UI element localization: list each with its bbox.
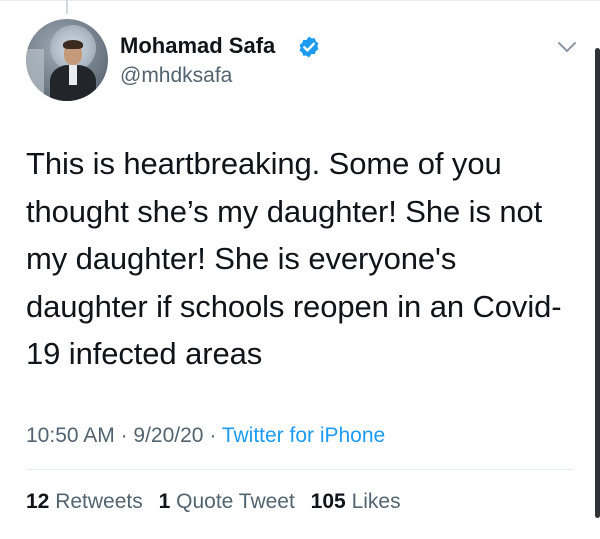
likes-count: 105 [310, 490, 346, 513]
tweet-source-link[interactable]: Twitter for iPhone [222, 424, 385, 447]
avatar-background-flag [26, 49, 44, 101]
divider [26, 469, 574, 470]
scrollbar[interactable] [595, 48, 600, 518]
quote-tweets-stat[interactable]: 1 Quote Tweet [159, 490, 295, 514]
retweets-stat[interactable]: 12 Retweets [26, 490, 143, 514]
retweets-count: 12 [26, 490, 50, 513]
meta-separator: · [209, 424, 217, 447]
tweet-time[interactable]: 10:50 AM [26, 424, 115, 447]
tweet-date[interactable]: 9/20/20 [133, 424, 203, 447]
meta-separator: · [120, 424, 128, 447]
tweet-text: This is heartbreaking. Some of you thoug… [26, 146, 562, 371]
engagement-stats: 12 Retweets 1 Quote Tweet 105 Likes [26, 490, 411, 514]
avatar-person-hair [63, 40, 83, 49]
author-name[interactable]: Mohamad Safa [120, 33, 275, 59]
avatar-person-shirt [69, 65, 77, 85]
tweet-metadata: 10:50 AM · 9/20/20 · Twitter for iPhone [26, 424, 385, 448]
likes-label: Likes [351, 490, 401, 513]
quote-tweets-count: 1 [158, 490, 171, 513]
author-handle[interactable]: @mhdksafa [120, 64, 232, 88]
chevron-down-icon[interactable] [556, 38, 578, 56]
verified-badge-icon [299, 36, 319, 58]
likes-stat[interactable]: 105 Likes [311, 490, 401, 514]
thread-connector-line [66, 0, 68, 14]
tweet-detail-view: Mohamad Safa @mhdksafa This is heartbrea… [0, 0, 600, 539]
top-border [0, 0, 600, 1]
retweets-label: Retweets [55, 490, 143, 513]
quote-tweets-label: Quote Tweet [176, 490, 295, 513]
avatar[interactable] [26, 19, 108, 101]
